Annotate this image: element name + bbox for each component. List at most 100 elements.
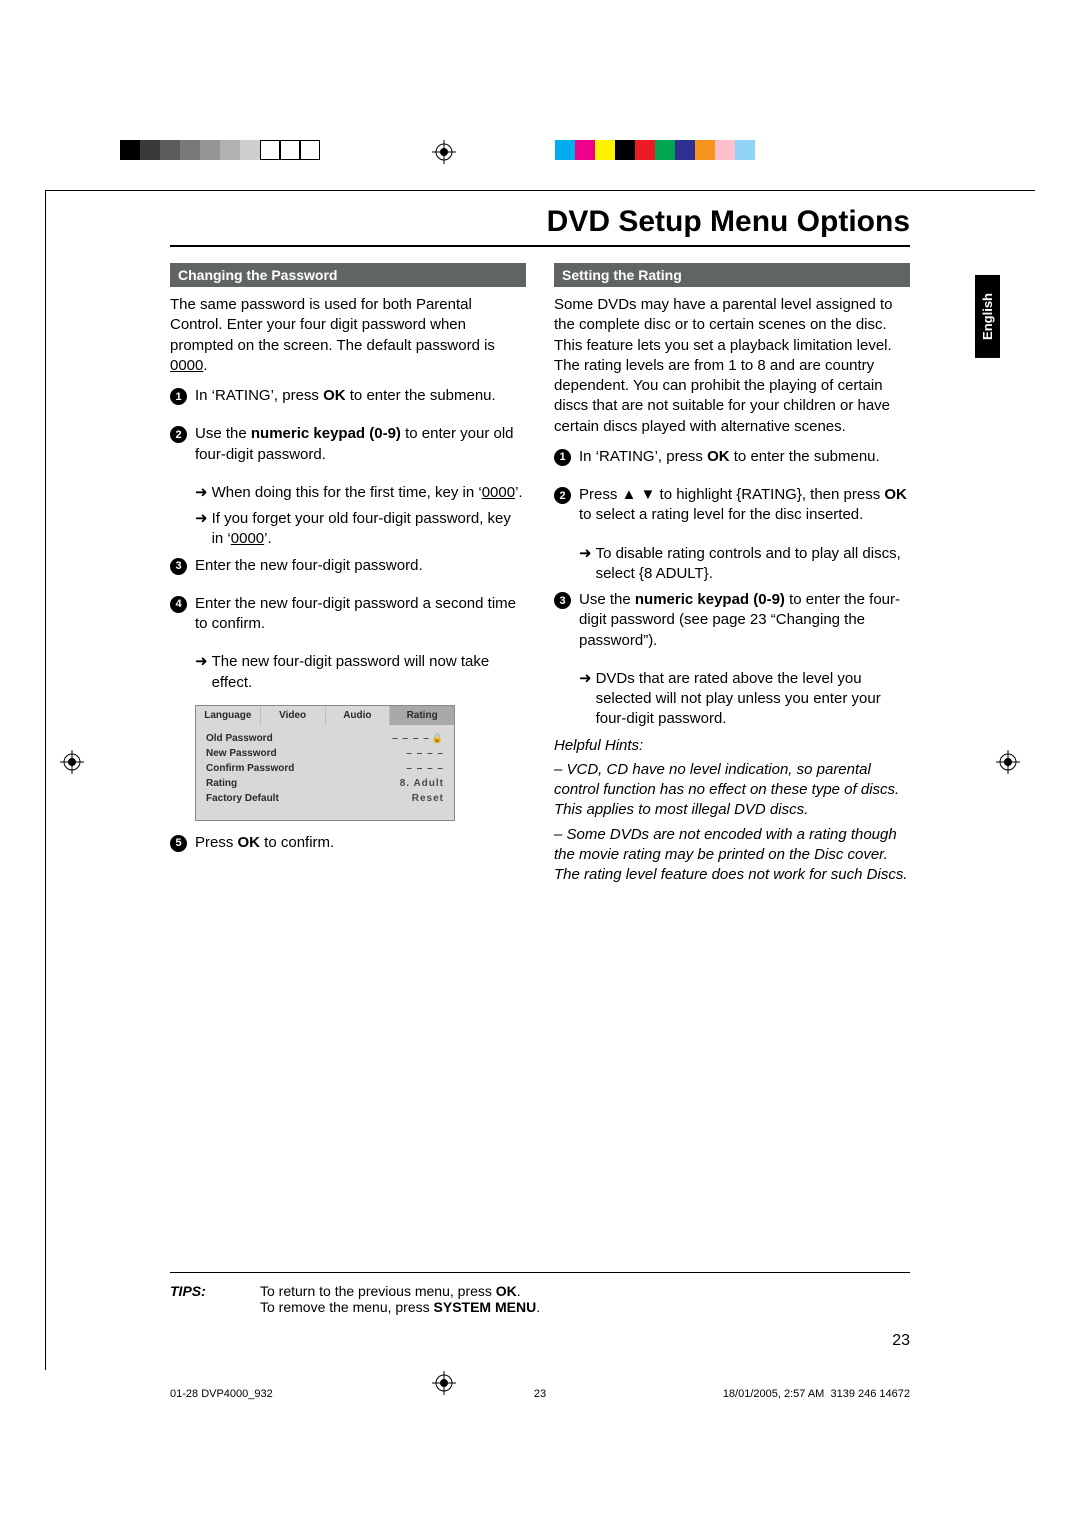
text: . [536,1299,540,1315]
osd-row-value: – – – – [406,748,444,759]
color-swatch [220,140,240,160]
arrow-icon: ➜ [195,483,208,503]
text: Use the [195,425,251,442]
hints-item: – Some DVDs are not encoded with a ratin… [554,825,910,886]
osd-row-label: Rating [206,778,237,789]
step-2: 2 Use the numeric keypad (0-9) to enter … [170,424,526,475]
text: . [203,357,207,374]
hints-item: – VCD, CD have no level indication, so p… [554,760,910,821]
step-text: Use the numeric keypad (0-9) to enter th… [579,590,910,651]
text: To return to the previous menu, press [260,1283,496,1299]
section-heading-setting-rating: Setting the Rating [554,263,910,287]
intro-text: Some DVDs may have a parental level assi… [554,295,910,437]
osd-tab: Rating [390,706,454,725]
helpful-hints: Helpful Hints: – VCD, CD have no level i… [554,736,910,886]
tips-label: TIPS: [170,1283,260,1315]
color-swatch [200,140,220,160]
osd-row-value: 8. Adult [400,778,444,789]
section-heading-changing-password: Changing the Password [170,263,526,287]
substep: ➜ DVDs that are rated above the level yo… [579,669,910,730]
page-number: 23 [170,1332,910,1350]
lock-icon: 🔒 [432,733,444,743]
color-swatch [735,140,755,160]
text: In ‘RATING’, press [195,387,323,404]
text-bold: OK [238,834,261,851]
osd-screenshot: LanguageVideoAudioRating Old Password– –… [195,705,455,821]
step-text: Press OK to confirm. [195,833,334,853]
color-swatch [655,140,675,160]
step-1: 1 In ‘RATING’, press OK to enter the sub… [554,447,910,477]
text: to select a rating level for the disc in… [579,506,863,523]
osd-row: Old Password– – – –🔒 [206,731,444,746]
language-tab: English [975,275,1000,358]
color-swatch [715,140,735,160]
hints-title: Helpful Hints: [554,736,910,756]
substep: ➜ To disable rating controls and to play… [579,544,910,585]
color-swatch [675,140,695,160]
footer-left: 01-28 DVP4000_932 [170,1388,273,1400]
arrow-icon: ➜ [195,652,208,672]
text-bold: OK [496,1283,517,1299]
osd-row-label: Old Password [206,733,273,744]
footer-mid: 23 [534,1388,546,1400]
text: The new four-digit password will now tak… [212,652,526,693]
text-bold: SYSTEM MENU [434,1299,537,1315]
arrow-icon: ➜ [579,669,592,689]
text: When doing this for the first time, key … [212,484,482,501]
osd-row: Confirm Password – – – – [206,761,444,776]
step-1: 1 In ‘RATING’, press OK to enter the sub… [170,386,526,416]
step-number-icon: 2 [554,487,571,504]
osd-row: Rating 8. Adult [206,776,444,791]
osd-body: Old Password– – – –🔒New Password– – – –C… [196,725,454,820]
color-swatch [120,140,140,160]
color-swatch [280,140,300,160]
text: To remove the menu, press [260,1299,434,1315]
text-bold: OK [884,486,907,503]
print-color-bars [0,140,1080,180]
text: The same password is used for both Paren… [170,296,495,354]
step-text: In ‘RATING’, press OK to enter the subme… [579,447,880,467]
registration-mark-icon [60,750,84,774]
color-swatch [635,140,655,160]
registration-mark-icon [996,750,1020,774]
step-number-icon: 2 [170,426,187,443]
color-swatch [140,140,160,160]
text: To disable rating controls and to play a… [596,544,910,585]
arrow-icon: ➜ [579,544,592,564]
text: DVDs that are rated above the level you … [596,669,910,730]
osd-row-label: Confirm Password [206,763,294,774]
osd-row-label: New Password [206,748,277,759]
color-swatch [555,140,575,160]
text: to confirm. [260,834,334,851]
osd-row-value: – – – – [406,763,444,774]
step-number-icon: 1 [554,449,571,466]
column-left: Changing the Password The same password … [170,263,526,889]
text: 18/01/2005, 2:57 AM [723,1388,825,1400]
text-bold: numeric keypad (0-9) [635,591,785,608]
tips-lines: To return to the previous menu, press OK… [260,1283,540,1315]
color-swatch [695,140,715,160]
step-number-icon: 3 [554,592,571,609]
page-title: DVD Setup Menu Options [170,205,910,239]
color-swatch [180,140,200,160]
arrow-icon: ➜ [195,509,208,529]
substep: ➜ If you forget your old four-digit pass… [195,509,526,550]
substep: ➜ The new four-digit password will now t… [195,652,526,693]
text: Press ▲ ▼ to highlight {RATING}, then pr… [579,486,884,503]
color-swatch [300,140,320,160]
step-number-icon: 3 [170,558,187,575]
osd-row-value: Reset [412,793,444,804]
step-number-icon: 5 [170,835,187,852]
text: ’. [515,484,523,501]
osd-tab: Audio [326,706,391,725]
text-bold: numeric keypad (0-9) [251,425,401,442]
text: . [517,1283,521,1299]
text: 3139 246 14672 [830,1388,910,1400]
text: Use the [579,591,635,608]
osd-tabs: LanguageVideoAudioRating [196,706,454,725]
step-text: In ‘RATING’, press OK to enter the subme… [195,386,496,406]
crop-frame-left [45,190,46,1370]
color-swatch [575,140,595,160]
color-swatch [160,140,180,160]
step-text: Enter the new four-digit password a seco… [195,594,526,635]
